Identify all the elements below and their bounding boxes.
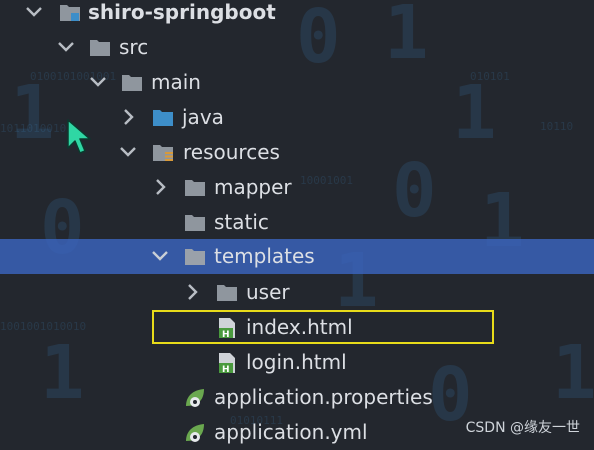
tree-item-src[interactable]: src — [0, 30, 594, 65]
chevron-down-icon[interactable] — [56, 36, 76, 58]
source-root-folder-icon — [153, 110, 173, 126]
tree-item-project[interactable]: shiro-springboot — [0, 0, 594, 30]
tree-item-login-html[interactable]: H login.html — [0, 345, 594, 380]
chevron-right-icon[interactable] — [182, 281, 202, 303]
chevron-down-icon[interactable] — [118, 141, 138, 163]
chevron-down-icon[interactable] — [88, 71, 108, 93]
tree-item-user[interactable]: user — [0, 275, 594, 310]
tree-item-static[interactable]: static — [0, 205, 594, 240]
project-module-icon — [60, 5, 80, 21]
tree-item-label: templates — [214, 244, 315, 268]
folder-icon — [217, 285, 237, 301]
chevron-down-icon[interactable] — [150, 245, 170, 267]
tree-item-label: resources — [183, 140, 280, 164]
tree-item-label: main — [151, 70, 201, 94]
folder-icon — [185, 215, 205, 231]
tree-item-label: mapper — [214, 175, 292, 199]
highlight-annotation-box — [152, 310, 494, 344]
folder-icon — [185, 180, 205, 196]
chevron-right-icon[interactable] — [150, 176, 170, 198]
tree-item-label: static — [214, 210, 269, 234]
watermark-text: CSDN @缘友一世 — [465, 420, 580, 436]
mouse-cursor-icon — [67, 119, 91, 154]
tree-item-label: application.properties — [214, 385, 433, 409]
tree-item-main[interactable]: main — [0, 65, 594, 100]
project-tree: shiro-springboot src main java resources… — [0, 0, 594, 447]
tree-item-templates[interactable]: templates — [0, 239, 594, 274]
tree-item-label: user — [246, 280, 290, 304]
tree-item-application-properties[interactable]: application.properties — [0, 380, 594, 415]
folder-icon — [185, 249, 205, 265]
tree-item-label: login.html — [246, 350, 347, 374]
folder-icon — [122, 75, 142, 91]
resources-folder-icon — [153, 145, 173, 161]
chevron-down-icon[interactable] — [24, 1, 44, 23]
tree-item-label: java — [182, 105, 224, 129]
svg-text:H: H — [222, 365, 230, 375]
spring-config-file-icon — [186, 424, 204, 442]
tree-item-label: application.yml — [214, 420, 368, 444]
folder-icon — [90, 40, 110, 56]
tree-item-mapper[interactable]: mapper — [0, 170, 594, 205]
tree-item-label: shiro-springboot — [88, 0, 276, 24]
html-file-icon: H — [219, 353, 235, 375]
tree-item-label: src — [119, 35, 149, 59]
chevron-right-icon[interactable] — [118, 106, 138, 128]
spring-config-file-icon — [186, 389, 204, 407]
